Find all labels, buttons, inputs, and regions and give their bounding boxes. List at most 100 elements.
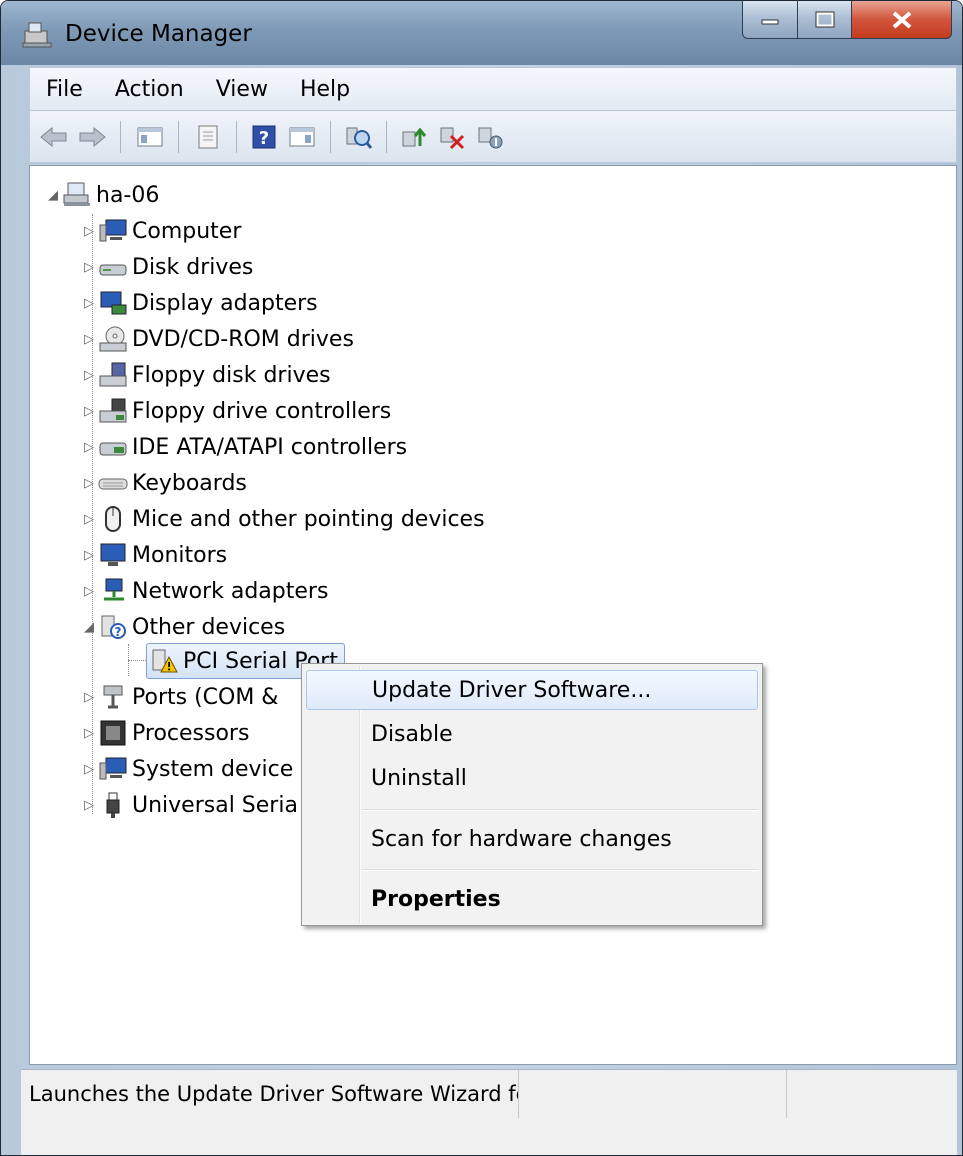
collapsed-arrow-icon[interactable]: ▷ [80,296,98,311]
status-text: Launches the Update Driver Software Wiza… [29,1082,519,1106]
device-tree[interactable]: ◢ ha-06 ▷ Computer ▷ Disk drives ▷ Displ… [29,165,957,1065]
collapsed-arrow-icon[interactable]: ▷ [80,260,98,275]
tree-item-disk-drives[interactable]: ▷ Disk drives [80,250,253,284]
menu-scan-hardware-changes[interactable]: Scan for hardware changes [306,819,758,859]
tree-item-ide-ata-atapi-controllers[interactable]: ▷ IDE ATA/ATAPI controllers [80,430,407,464]
tree-item-label: IDE ATA/ATAPI controllers [132,434,408,460]
tree-item-other-devices[interactable]: ◢ ? Other devices [80,610,285,644]
menu-update-driver-software[interactable]: Update Driver Software... [306,670,758,710]
menu-separator [362,809,758,811]
expanded-arrow-icon[interactable]: ◢ [80,620,98,635]
collapsed-arrow-icon[interactable]: ▷ [80,224,98,239]
status-cell-2 [519,1070,787,1118]
menu-file[interactable]: File [30,77,99,102]
tree-item-processors[interactable]: ▷ Processors [80,716,249,750]
tree-item-usb-controllers[interactable]: ▷ Universal Seria [80,788,298,822]
collapsed-arrow-icon[interactable]: ▷ [80,726,98,741]
menu-help[interactable]: Help [284,77,366,102]
uninstall-icon[interactable] [436,121,468,153]
unknown-device-icon: ? [98,613,128,641]
toolbar-separator [330,121,331,153]
minimize-button[interactable] [742,1,798,39]
menu-uninstall[interactable]: Uninstall [306,758,758,798]
collapsed-arrow-icon[interactable]: ▷ [80,762,98,777]
tree-item-system-devices[interactable]: ▷ System device [80,752,293,786]
collapsed-arrow-icon[interactable]: ▷ [80,584,98,599]
tree-item-computer[interactable]: ▷ Computer [80,214,241,248]
menu-bar: File Action View Help [29,67,957,111]
dvd-drive-icon [98,325,128,353]
tree-item-network-adapters[interactable]: ▷ Network adapters [80,574,328,608]
tree-item-floppy-drive-controllers[interactable]: ▷ Floppy drive controllers [80,394,391,428]
help-icon[interactable]: ? [248,121,280,153]
display-adapter-icon [98,289,128,317]
toolbar-separator [386,121,387,153]
tree-item-label: Floppy disk drives [132,362,331,388]
tree-item-floppy-disk-drives[interactable]: ▷ Floppy disk drives [80,358,331,392]
caption-buttons [742,1,954,41]
collapsed-arrow-icon[interactable]: ▷ [80,404,98,419]
warning-device-icon [149,647,179,675]
tree-item-monitors[interactable]: ▷ Monitors [80,538,227,572]
back-arrow-icon[interactable] [38,121,70,153]
tree-item-label: Computer [132,218,242,244]
properties-icon[interactable] [192,121,224,153]
expanded-arrow-icon[interactable]: ◢ [44,188,62,203]
toolbar-separator [178,121,179,153]
menu-item-label: Scan for hardware changes [371,826,672,852]
tree-item-label: Processors [132,720,250,746]
monitor-icon [98,541,128,569]
status-text-cell: Launches the Update Driver Software Wiza… [21,1070,519,1118]
tree-item-label: Display adapters [132,290,318,316]
menu-item-label: Properties [371,886,501,912]
show-hide-tree-icon[interactable] [134,121,166,153]
tree-root[interactable]: ◢ ha-06 [44,178,159,212]
action-pane-icon[interactable] [286,121,318,153]
menu-properties[interactable]: Properties [306,879,758,919]
computer-icon [98,217,128,245]
system-device-icon [98,755,128,783]
usb-icon [98,791,128,819]
menu-item-label: Uninstall [371,765,467,791]
collapsed-arrow-icon[interactable]: ▷ [80,512,98,527]
tree-item-label: Keyboards [132,470,247,496]
collapsed-arrow-icon[interactable]: ▷ [80,440,98,455]
menu-disable[interactable]: Disable [306,714,758,754]
tree-root-label: ha-06 [96,182,160,208]
collapsed-arrow-icon[interactable]: ▷ [80,476,98,491]
title-bar[interactable]: Device Manager [1,1,962,65]
status-bar: Launches the Update Driver Software Wiza… [21,1069,957,1155]
context-menu: Update Driver Software... Disable Uninst… [301,663,763,926]
tree-item-ports[interactable]: ▷ Ports (COM & [80,680,278,714]
tree-item-label: Universal Seria [132,792,298,818]
processor-icon [98,719,128,747]
scan-hardware-icon[interactable] [342,121,374,153]
tree-item-mice[interactable]: ▷ Mice and other pointing devices [80,502,485,536]
maximize-icon [815,11,834,27]
tree-item-label: Ports (COM & [132,684,279,710]
menu-action[interactable]: Action [99,77,200,102]
tree-item-label: Other devices [132,614,286,640]
collapsed-arrow-icon[interactable]: ▷ [80,690,98,705]
forward-arrow-icon[interactable] [76,121,108,153]
menu-item-label: Update Driver Software... [372,677,652,703]
minimize-icon [761,19,779,24]
tree-item-dvd-cd-rom-drives[interactable]: ▷ DVD/CD-ROM drives [80,322,354,356]
tree-item-display-adapters[interactable]: ▷ Display adapters [80,286,318,320]
disable-icon[interactable] [474,121,506,153]
collapsed-arrow-icon[interactable]: ▷ [80,798,98,813]
disk-drive-icon [98,253,128,281]
menu-view[interactable]: View [200,77,284,102]
close-button[interactable] [852,1,952,39]
collapsed-arrow-icon[interactable]: ▷ [80,332,98,347]
close-icon [892,10,911,29]
collapsed-arrow-icon[interactable]: ▷ [80,368,98,383]
collapsed-arrow-icon[interactable]: ▷ [80,548,98,563]
toolbar: ? [29,111,957,163]
tree-item-label: System device [132,756,294,782]
tree-item-keyboards[interactable]: ▷ Keyboards [80,466,247,500]
update-driver-icon[interactable] [398,121,430,153]
tree-item-label: Floppy drive controllers [132,398,392,424]
tree-connector [128,660,148,661]
maximize-button[interactable] [798,1,852,39]
